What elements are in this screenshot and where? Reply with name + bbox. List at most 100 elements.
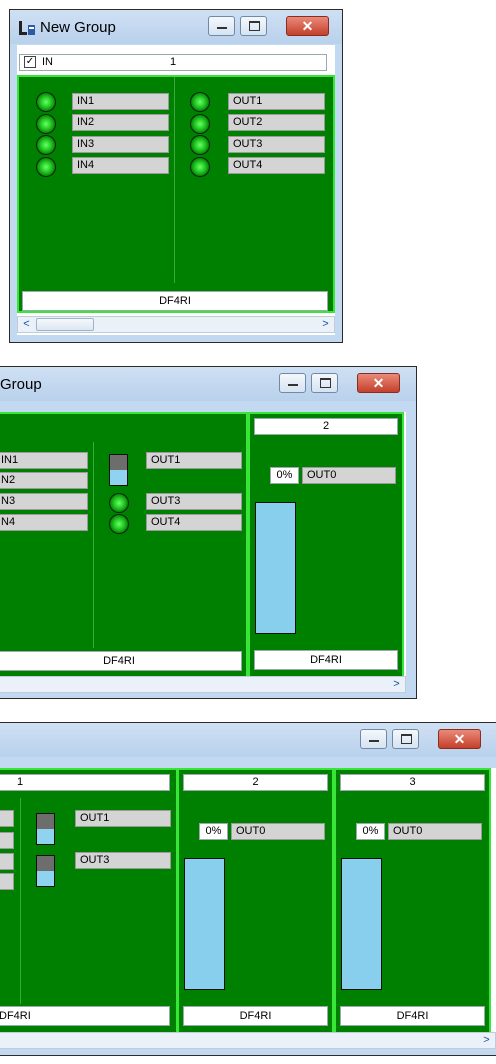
input-label-3[interactable]: N3 <box>0 493 88 510</box>
input-led-1 <box>36 92 56 112</box>
output-label-3[interactable]: OUT3 <box>146 493 242 510</box>
group-3-header: 3 <box>340 774 485 791</box>
scroll-thumb[interactable] <box>36 318 94 331</box>
level-bar <box>255 502 296 634</box>
chevron-right-icon[interactable]: > <box>317 317 334 332</box>
window-group-3: ✕ 1 OUT1 OUT3 DF4RI 2 0% OUT0 DF4RI 3 0%… <box>0 722 496 1056</box>
title-bar[interactable]: Group ✕ <box>0 367 416 401</box>
minimize-icon <box>280 374 305 392</box>
output-label-1[interactable]: OUT1 <box>228 93 325 110</box>
input-label-2[interactable] <box>0 832 14 849</box>
horizontal-scrollbar[interactable]: < > <box>17 316 335 333</box>
output-label-0[interactable]: OUT0 <box>302 467 396 484</box>
output-block-1 <box>109 454 128 486</box>
device-label: DF4RI <box>22 291 328 311</box>
close-button[interactable]: ✕ <box>357 373 400 393</box>
input-label-1[interactable] <box>0 810 14 827</box>
minimize-button[interactable] <box>279 373 306 393</box>
output-led-1 <box>190 92 210 112</box>
group-2-header: 2 <box>183 774 328 791</box>
level-percent: 0% <box>199 823 228 840</box>
level-bar <box>341 858 382 990</box>
device-label: DF4RI <box>0 1006 170 1026</box>
minimize-button[interactable] <box>360 729 387 749</box>
column-divider <box>20 798 21 1004</box>
input-label-4[interactable] <box>0 873 14 890</box>
enable-checkbox[interactable]: ✓ <box>24 56 36 68</box>
group-panel-1: IN1 N2 N3 N4 OUT1 OUT3 OUT4 DF4RI <box>0 412 248 680</box>
output-label-3[interactable]: OUT3 <box>75 852 171 869</box>
close-button[interactable]: ✕ <box>438 729 481 749</box>
maximize-button[interactable] <box>311 373 338 393</box>
group-panel-1: 1 OUT1 OUT3 DF4RI <box>0 768 178 1036</box>
close-icon: ✕ <box>301 18 314 34</box>
maximize-button[interactable] <box>392 729 419 749</box>
output-block-3 <box>36 855 55 887</box>
level-bar <box>184 858 225 990</box>
output-label-4[interactable]: OUT4 <box>228 157 325 174</box>
group-header: ✓ IN 1 <box>19 54 327 71</box>
title-bar[interactable]: ✕ <box>0 723 496 757</box>
column-divider <box>93 442 94 648</box>
input-label-1[interactable]: IN1 <box>72 93 169 110</box>
minimize-icon <box>361 730 386 748</box>
group-number: 1 <box>170 56 177 68</box>
level-percent: 0% <box>270 467 299 484</box>
output-led-4 <box>109 514 129 534</box>
output-label-1[interactable]: OUT1 <box>146 452 242 469</box>
input-label-3[interactable]: IN3 <box>72 136 169 153</box>
group-1-header: 1 <box>0 774 170 791</box>
window-title: Group <box>0 376 42 393</box>
input-label-1[interactable]: IN1 <box>0 452 88 469</box>
minimize-icon <box>209 17 234 35</box>
chevron-right-icon[interactable]: > <box>388 677 405 692</box>
output-label-4[interactable]: OUT4 <box>146 514 242 531</box>
column-divider <box>174 77 175 283</box>
group-panel-2: 2 0% OUT0 DF4RI <box>248 412 404 680</box>
output-label-0[interactable]: OUT0 <box>388 823 482 840</box>
input-label-4[interactable]: IN4 <box>72 157 169 174</box>
input-label-2[interactable]: N2 <box>0 472 88 489</box>
maximize-button[interactable] <box>240 16 267 36</box>
maximize-icon <box>393 730 418 748</box>
chevron-left-icon[interactable]: < <box>18 317 35 332</box>
title-bar[interactable]: New Group ✕ <box>10 10 342 44</box>
window-title: New Group <box>40 19 116 36</box>
close-icon: ✕ <box>372 375 385 391</box>
close-icon: ✕ <box>453 731 466 747</box>
output-label-2[interactable]: OUT2 <box>228 114 325 131</box>
device-label: DF4RI <box>0 651 242 671</box>
minimize-button[interactable] <box>208 16 235 36</box>
group-panel-2: 2 0% OUT0 DF4RI <box>177 768 334 1036</box>
output-led-3 <box>109 493 129 513</box>
header-label: IN <box>42 56 53 68</box>
window-new-group-1: New Group ✕ ✓ IN 1 IN1 IN2 IN3 IN4 OUT1 <box>9 9 343 343</box>
output-label-3[interactable]: OUT3 <box>228 136 325 153</box>
output-led-4 <box>190 157 210 177</box>
input-led-4 <box>36 157 56 177</box>
maximize-icon <box>241 17 266 35</box>
maximize-icon <box>312 374 337 392</box>
input-led-2 <box>36 114 56 134</box>
chevron-right-icon[interactable]: > <box>478 1033 495 1048</box>
output-block-1 <box>36 813 55 845</box>
output-label-1[interactable]: OUT1 <box>75 810 171 827</box>
close-button[interactable]: ✕ <box>286 16 329 36</box>
app-icon <box>19 21 35 35</box>
output-label-0[interactable]: OUT0 <box>231 823 325 840</box>
input-label-2[interactable]: IN2 <box>72 114 169 131</box>
horizontal-scrollbar[interactable]: > <box>0 676 406 693</box>
group-panel-3: 3 0% OUT0 DF4RI <box>334 768 491 1036</box>
client-area: 1 IN1 N2 N3 N4 OUT1 OUT3 OUT4 DF4RI 2 0%… <box>0 412 406 693</box>
input-label-4[interactable]: N4 <box>0 514 88 531</box>
input-led-3 <box>36 135 56 155</box>
group-2-header: 2 <box>254 418 398 435</box>
output-led-3 <box>190 135 210 155</box>
group-panel-1: IN1 IN2 IN3 IN4 OUT1 OUT2 OUT3 OUT4 DF4R… <box>17 75 335 313</box>
output-led-2 <box>190 114 210 134</box>
input-label-3[interactable] <box>0 853 14 870</box>
level-percent: 0% <box>356 823 385 840</box>
device-label: DF4RI <box>183 1006 328 1026</box>
client-area: ✓ IN 1 IN1 IN2 IN3 IN4 OUT1 OUT2 OUT3 OU… <box>17 45 335 335</box>
horizontal-scrollbar[interactable]: > <box>0 1032 496 1049</box>
